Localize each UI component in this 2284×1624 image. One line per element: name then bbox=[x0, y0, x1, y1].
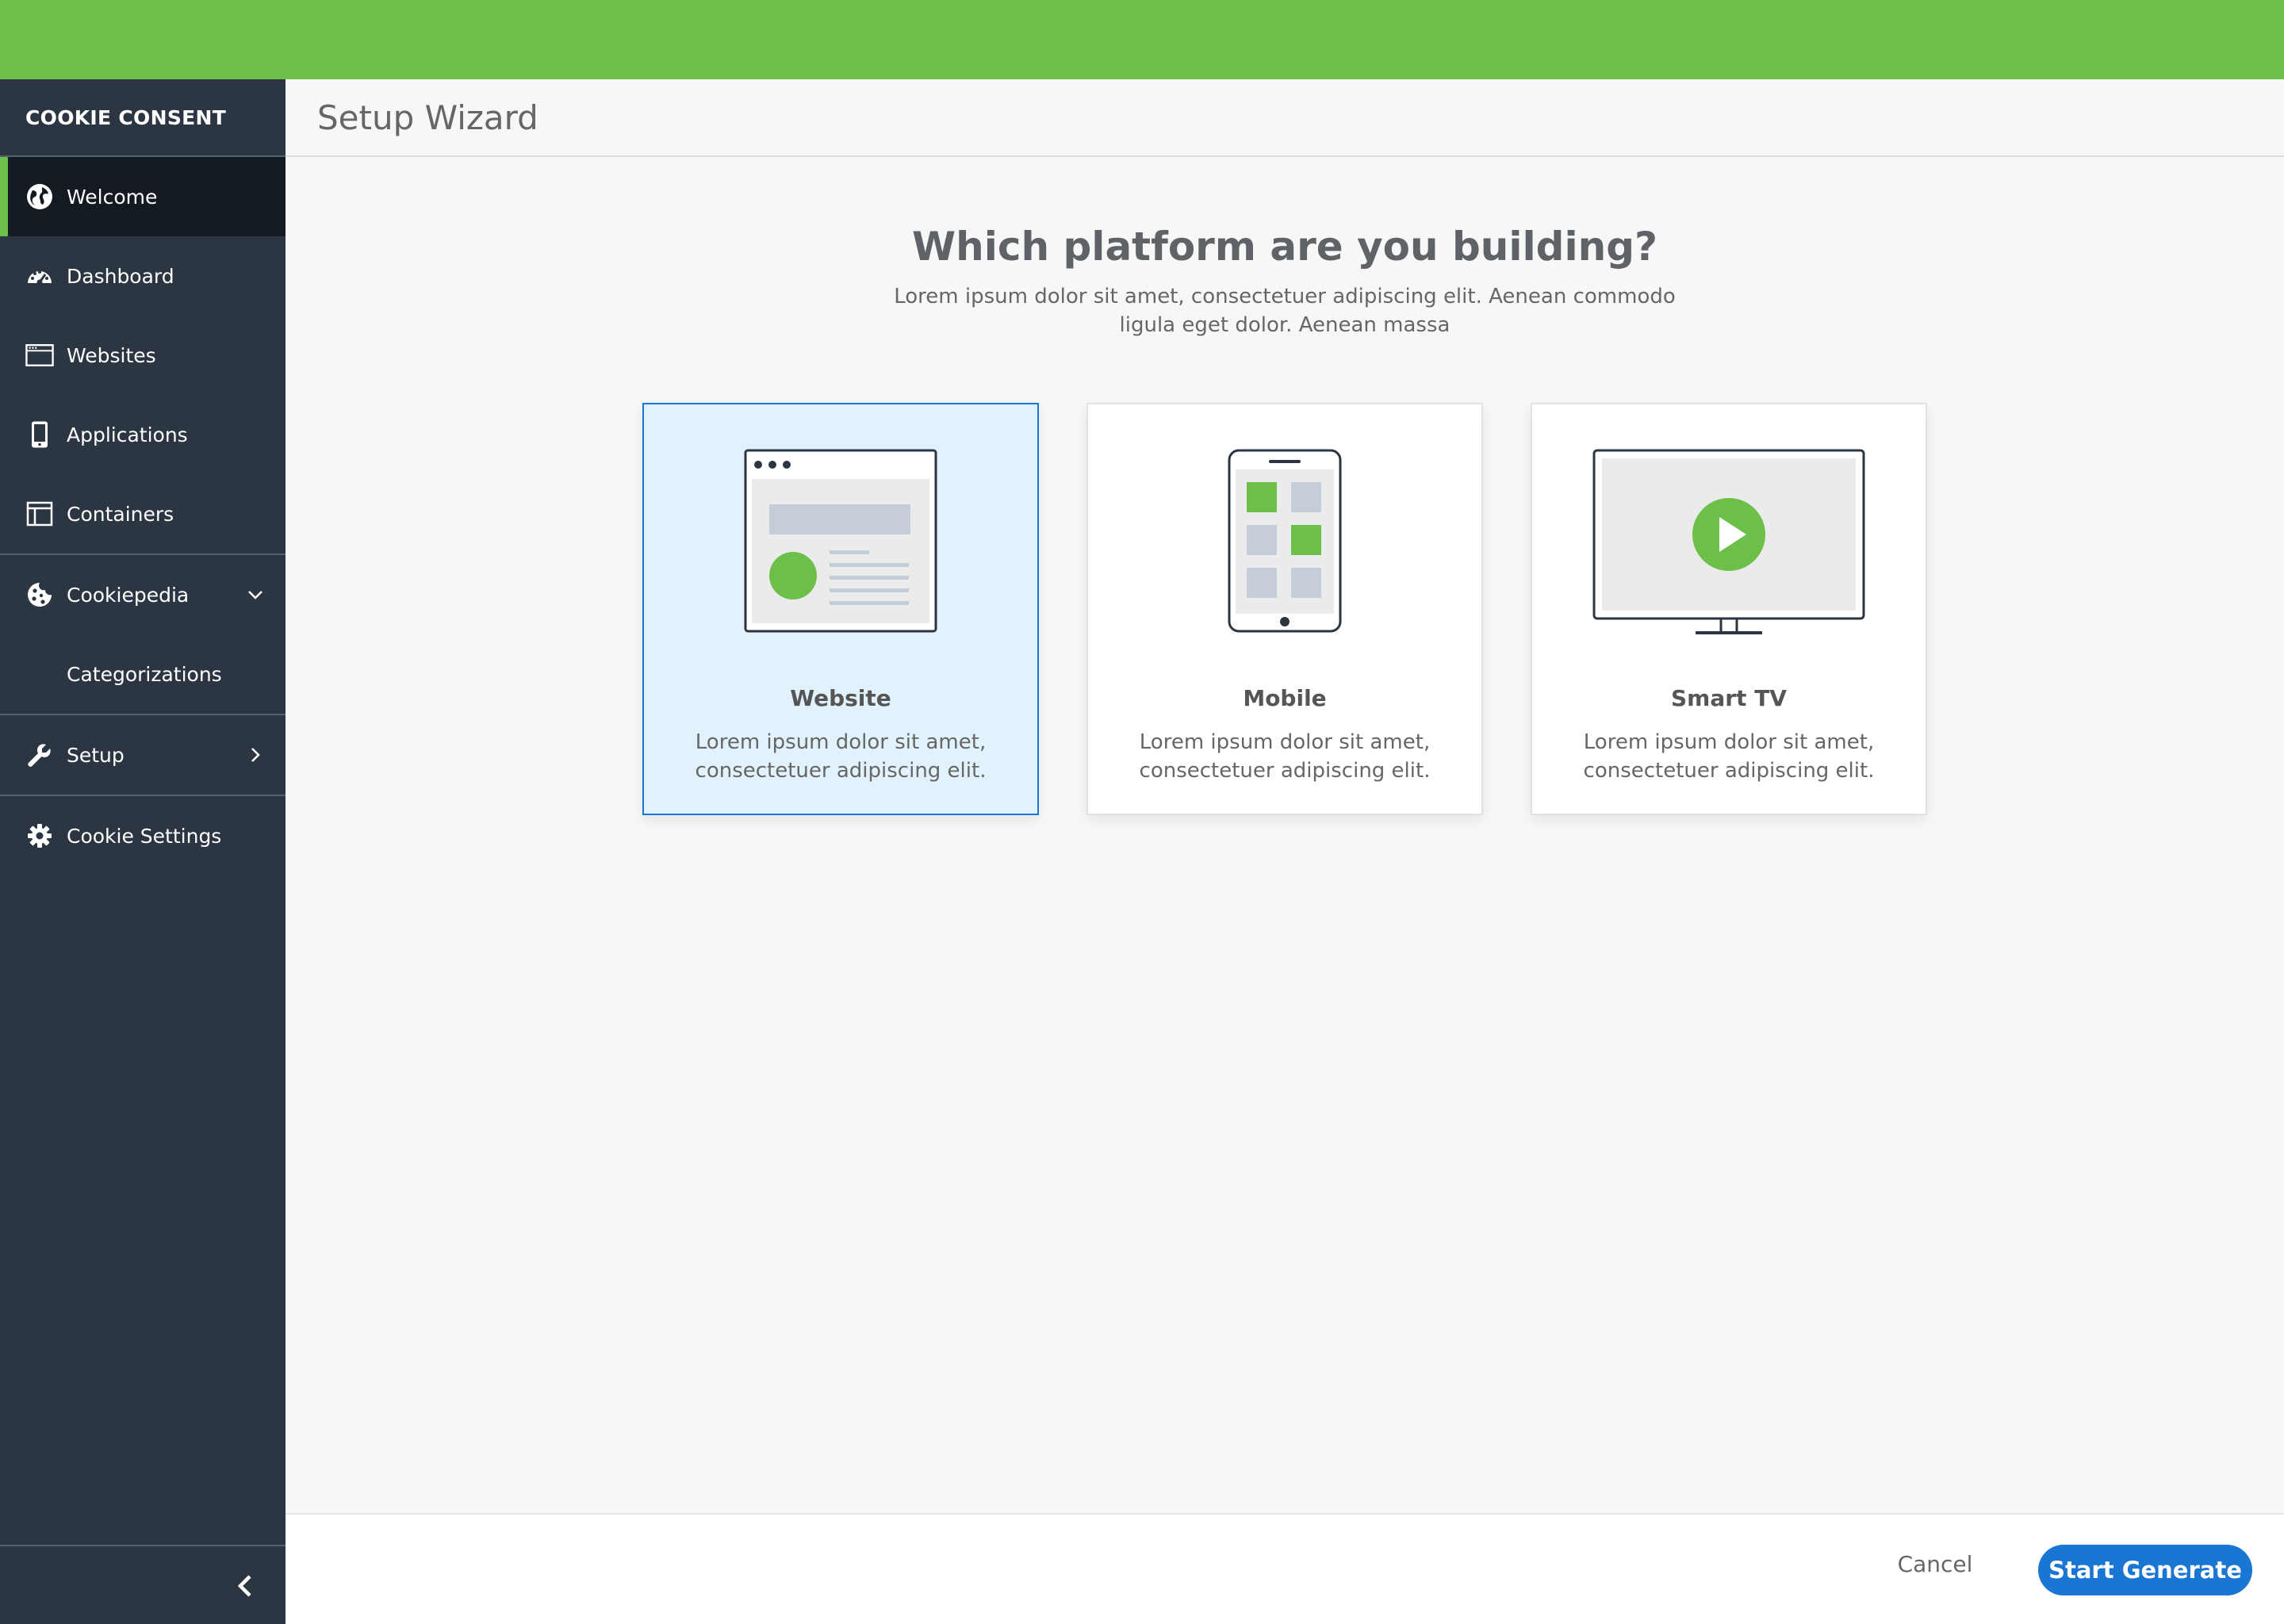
browser-window-icon bbox=[25, 341, 54, 370]
layout-icon bbox=[25, 500, 54, 528]
sidebar-item-label: Dashboard bbox=[67, 264, 174, 288]
sidebar-item-label: Applications bbox=[67, 423, 188, 446]
cancel-button[interactable]: Cancel bbox=[1880, 1551, 1991, 1577]
wrench-icon bbox=[25, 741, 54, 769]
platform-card-title: Website bbox=[790, 685, 891, 711]
platform-card-website[interactable]: Website Lorem ipsum dolor sit amet, cons… bbox=[642, 403, 1039, 815]
wizard-question: Which platform are you building? bbox=[911, 224, 1657, 270]
wizard-subtitle: Lorem ipsum dolor sit amet, consectetuer… bbox=[894, 285, 1676, 337]
platform-card-description: Lorem ipsum dolor sit amet, consectetuer… bbox=[1139, 730, 1431, 783]
phone-icon bbox=[25, 420, 54, 449]
start-generate-button[interactable]: Start Generate bbox=[2038, 1545, 2252, 1595]
sidebar-footer bbox=[0, 1545, 286, 1624]
page-title: Setup Wizard bbox=[317, 98, 538, 137]
cookie-icon bbox=[25, 580, 54, 609]
globe-icon bbox=[25, 182, 54, 211]
sidebar-item-label: Websites bbox=[67, 343, 156, 367]
sidebar: COOKIE CONSENT Welcome Dashboard Website… bbox=[0, 79, 286, 1624]
sidebar-item-websites[interactable]: Websites bbox=[0, 316, 286, 395]
platform-card-title: Smart TV bbox=[1671, 685, 1787, 711]
platform-card-mobile[interactable]: Mobile Lorem ipsum dolor sit amet, conse… bbox=[1086, 403, 1483, 815]
platform-card-description: Lorem ipsum dolor sit amet, consectetuer… bbox=[1583, 730, 1875, 783]
sidebar-item-label: Welcome bbox=[67, 185, 158, 209]
collapse-sidebar-icon[interactable] bbox=[230, 1570, 262, 1602]
sidebar-item-label: Categorizations bbox=[67, 662, 222, 686]
wizard-footer: Cancel Start Generate bbox=[286, 1513, 2284, 1624]
platform-card-description: Lorem ipsum dolor sit amet, consectetuer… bbox=[695, 730, 987, 783]
sidebar-item-welcome[interactable]: Welcome bbox=[0, 157, 286, 236]
mobile-illustration bbox=[1088, 449, 1481, 639]
website-illustration bbox=[644, 449, 1037, 639]
sidebar-item-label: Cookie Settings bbox=[67, 824, 222, 848]
app-brand: COOKIE CONSENT bbox=[0, 79, 286, 157]
sidebar-item-containers[interactable]: Containers bbox=[0, 474, 286, 553]
smart-tv-illustration bbox=[1532, 449, 1926, 639]
sidebar-item-label: Containers bbox=[67, 502, 174, 526]
platform-card-smart-tv[interactable]: Smart TV Lorem ipsum dolor sit amet, con… bbox=[1531, 403, 1927, 815]
sidebar-item-label: Cookiepedia bbox=[67, 583, 190, 607]
platform-card-title: Mobile bbox=[1243, 685, 1327, 711]
page-header: Setup Wizard bbox=[286, 79, 2284, 157]
sidebar-item-setup[interactable]: Setup bbox=[0, 715, 286, 795]
chevron-right-icon[interactable] bbox=[243, 742, 268, 768]
sidebar-item-cookiepedia[interactable]: Cookiepedia bbox=[0, 555, 286, 634]
gear-icon bbox=[25, 822, 54, 850]
sidebar-item-dashboard[interactable]: Dashboard bbox=[0, 236, 286, 316]
sidebar-item-label: Setup bbox=[67, 743, 125, 767]
top-bar bbox=[0, 0, 2284, 79]
sidebar-item-categorizations[interactable]: Categorizations bbox=[0, 634, 286, 714]
gauge-icon bbox=[25, 262, 54, 290]
chevron-down-icon[interactable] bbox=[243, 582, 268, 607]
sidebar-item-cookie-settings[interactable]: Cookie Settings bbox=[0, 796, 286, 875]
wizard-content: Which platform are you building? Lorem i… bbox=[286, 159, 2284, 1513]
sidebar-item-applications[interactable]: Applications bbox=[0, 395, 286, 474]
